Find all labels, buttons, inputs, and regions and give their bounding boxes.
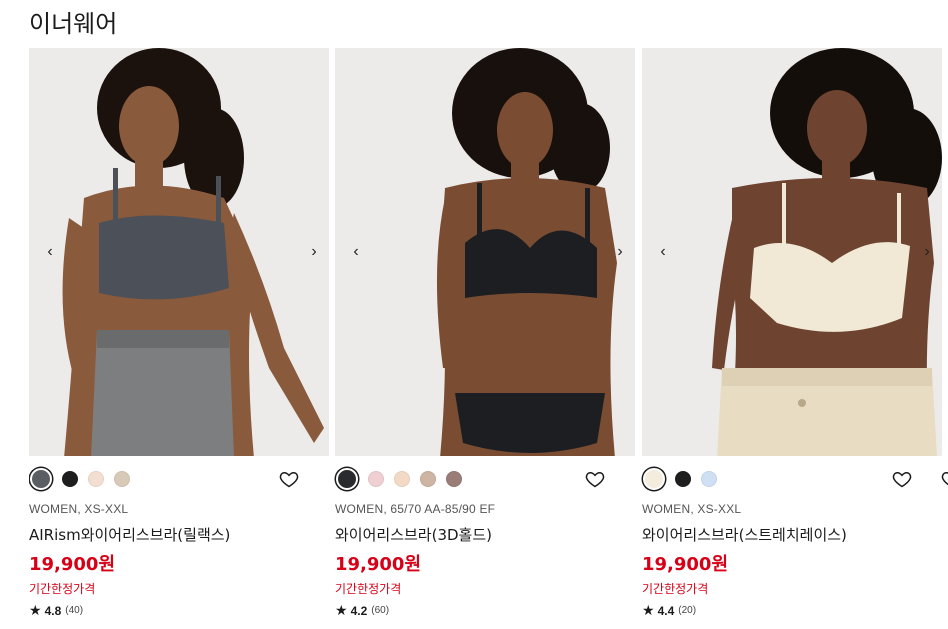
promo-label: 기간한정가격: [335, 582, 402, 596]
product-price: 19,900원: [29, 554, 116, 575]
carousel-next-button[interactable]: ›: [306, 244, 322, 260]
product-name[interactable]: 와이어리스브라(3D홀드): [335, 524, 492, 545]
star-icon: ★: [642, 602, 655, 618]
product-card[interactable]: ‹ › WOMEN, XS-XXL AIRism와이어리스브라(릴랙스) 19,…: [29, 48, 329, 629]
product-size-range: WOMEN, XS-XXL: [29, 502, 129, 516]
product-name[interactable]: AIRism와이어리스브라(릴랙스): [29, 524, 230, 545]
chevron-left-icon: ‹: [353, 243, 359, 260]
review-count: (40): [65, 605, 84, 616]
carousel-next-button[interactable]: ›: [919, 244, 935, 260]
chevron-right-icon: ›: [924, 243, 930, 260]
product-name[interactable]: 와이어리스브라(스트레치레이스): [642, 524, 847, 545]
color-swatches: [29, 468, 140, 490]
color-swatches: [642, 468, 727, 490]
chevron-left-icon: ‹: [660, 243, 666, 260]
product-rating: ★ 4.8 (40): [29, 602, 83, 619]
color-swatch[interactable]: [62, 471, 78, 487]
rating-score: 4.4: [657, 603, 675, 618]
color-swatch[interactable]: [420, 471, 436, 487]
heart-icon[interactable]: [941, 469, 948, 489]
heart-icon[interactable]: [279, 469, 299, 489]
heart-icon[interactable]: [585, 469, 605, 489]
product-price: 19,900원: [335, 554, 422, 575]
carousel-prev-button[interactable]: ‹: [348, 244, 364, 260]
carousel-prev-button[interactable]: ‹: [42, 244, 58, 260]
product-image[interactable]: [29, 48, 329, 456]
rating-score: 4.8: [44, 603, 62, 618]
color-swatch[interactable]: [88, 471, 104, 487]
product-rating: ★ 4.2 (60): [335, 602, 389, 619]
product-card[interactable]: ‹ › WOMEN, 65/70 AA-85/90 EF 와이어리스브라(3D홀…: [335, 48, 635, 629]
product-photo: [642, 48, 942, 456]
color-swatch[interactable]: [701, 471, 717, 487]
color-swatch[interactable]: [368, 471, 384, 487]
product-price: 19,900원: [642, 554, 729, 575]
carousel-next-button[interactable]: ›: [612, 244, 628, 260]
product-card[interactable]: ‹ › WOMEN, XS-XXL 와이어리스브라(스트레치레이스) 19,90…: [642, 48, 942, 629]
product-photo: [29, 48, 329, 456]
color-swatch[interactable]: [446, 471, 462, 487]
chevron-right-icon: ›: [617, 243, 623, 260]
color-swatch[interactable]: [114, 471, 130, 487]
product-size-range: WOMEN, XS-XXL: [642, 502, 742, 516]
color-swatch[interactable]: [394, 471, 410, 487]
product-photo: [335, 48, 635, 456]
review-count: (60): [371, 605, 390, 616]
rating-score: 4.2: [350, 603, 368, 618]
promo-label: 기간한정가격: [642, 582, 709, 596]
product-image[interactable]: [642, 48, 942, 456]
color-swatch[interactable]: [336, 468, 358, 490]
carousel-prev-button[interactable]: ‹: [655, 244, 671, 260]
chevron-right-icon: ›: [311, 243, 317, 260]
heart-icon[interactable]: [892, 469, 912, 489]
star-icon: ★: [29, 602, 42, 618]
color-swatches: [335, 468, 472, 490]
color-swatch[interactable]: [30, 468, 52, 490]
product-rating: ★ 4.4 (20): [642, 602, 696, 619]
promo-label: 기간한정가격: [29, 582, 96, 596]
product-image[interactable]: [335, 48, 635, 456]
review-count: (20): [678, 605, 697, 616]
star-icon: ★: [335, 602, 348, 618]
product-carousel: ‹ › WOMEN, XS-XXL AIRism와이어리스브라(릴랙스) 19,…: [29, 48, 948, 629]
color-swatch[interactable]: [675, 471, 691, 487]
chevron-left-icon: ‹: [47, 243, 53, 260]
product-size-range: WOMEN, 65/70 AA-85/90 EF: [335, 502, 496, 516]
section-title: 이너웨어: [29, 10, 118, 38]
color-swatch[interactable]: [643, 468, 665, 490]
